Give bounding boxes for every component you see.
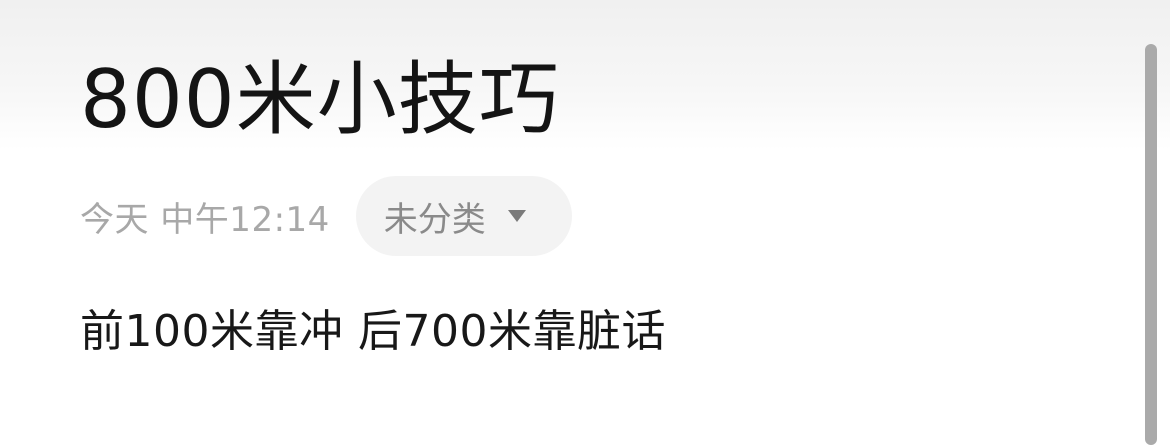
note-body[interactable]: 前100米靠冲 后700米靠脏话 bbox=[80, 304, 666, 360]
category-dropdown[interactable]: 未分类 bbox=[355, 176, 572, 256]
note-title[interactable]: 800米小技巧 bbox=[80, 52, 560, 148]
note-meta: 今天 中午12:14 未分类 bbox=[80, 176, 572, 256]
category-label: 未分类 bbox=[383, 199, 486, 240]
scrollbar-thumb[interactable] bbox=[1145, 44, 1157, 445]
note-timestamp: 今天 中午12:14 bbox=[80, 199, 330, 240]
chevron-down-icon bbox=[507, 210, 526, 222]
note-detail: 800米小技巧 今天 中午12:14 未分类 前100米靠冲 后700米靠脏话 bbox=[80, 0, 1130, 445]
